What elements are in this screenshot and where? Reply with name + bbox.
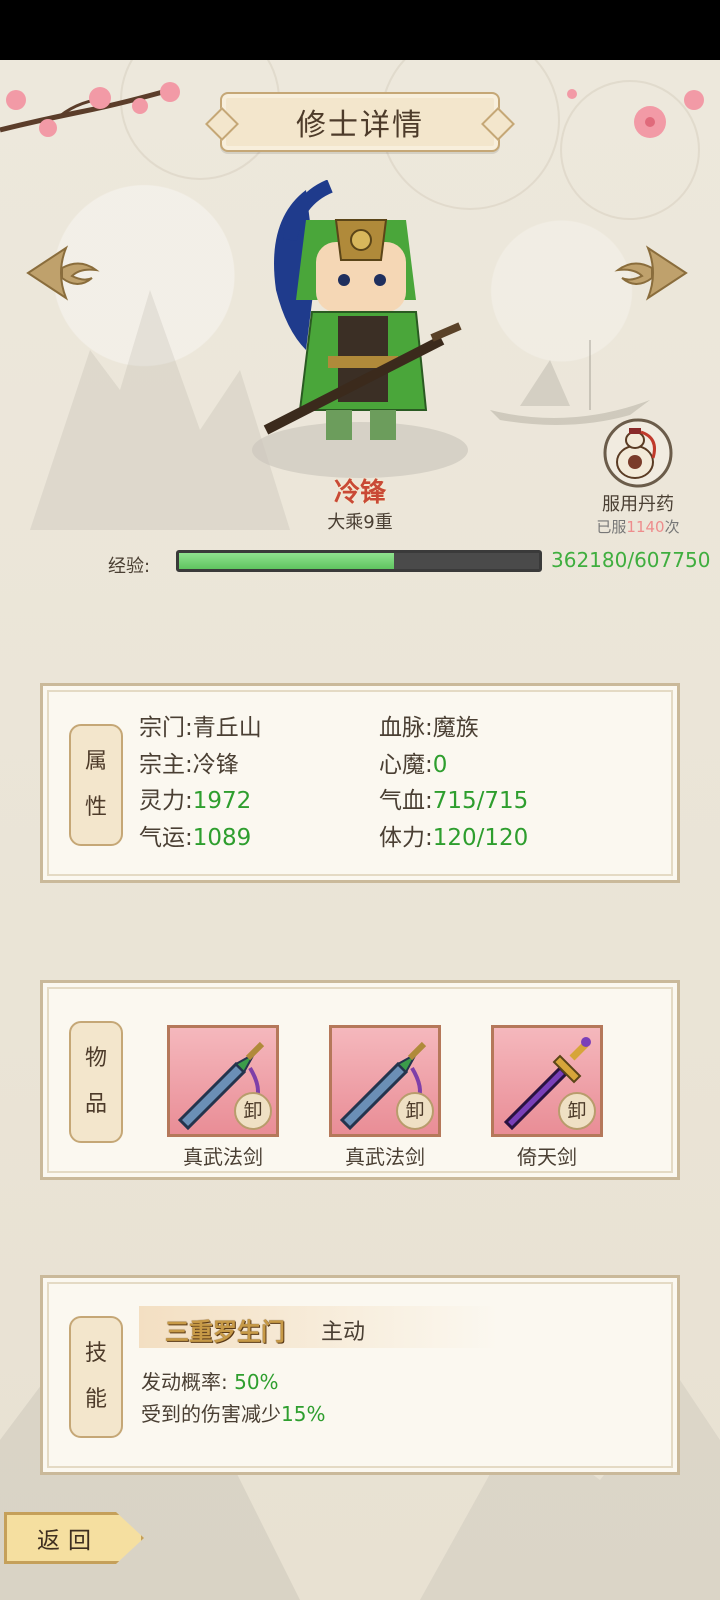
title-banner: 修士详情 bbox=[220, 92, 500, 152]
exp-progress-bar bbox=[176, 550, 542, 572]
unequip-button[interactable]: 卸 bbox=[558, 1092, 596, 1130]
attribute-key: 宗主 bbox=[139, 752, 185, 778]
exp-progress-fill bbox=[179, 553, 394, 569]
cultivation-rank: 大乘9重 bbox=[327, 512, 393, 533]
status-bar bbox=[0, 0, 720, 60]
exp-value: 362180/607750 bbox=[551, 548, 711, 572]
attribute-separator: : bbox=[185, 788, 193, 814]
skill-effect-value: 15% bbox=[281, 1402, 326, 1426]
plum-branch-decoration bbox=[0, 82, 180, 137]
item-slot-2[interactable]: 卸 bbox=[329, 1025, 441, 1137]
attributes-tag-char-1: 属 bbox=[84, 749, 107, 774]
character-name: 冷锋 bbox=[333, 478, 386, 508]
attribute-row: 灵力:1972 bbox=[139, 781, 251, 815]
skill-tag-char-2: 能 bbox=[84, 1387, 107, 1412]
prev-character-arrow-icon[interactable] bbox=[22, 238, 102, 308]
pill-count-number: 1140 bbox=[626, 518, 665, 536]
exp-label: 经验: bbox=[108, 556, 151, 577]
items-panel: 物 品 卸 真武法剑 卸 真武法剑 卸 倚天剑 bbox=[40, 980, 680, 1180]
attribute-key: 宗门 bbox=[139, 715, 185, 741]
skill-name: 三重罗生门 bbox=[165, 1318, 285, 1346]
attribute-key: 气血 bbox=[379, 788, 425, 814]
attribute-separator: : bbox=[185, 752, 193, 778]
attribute-row: 心魔:0 bbox=[379, 745, 447, 779]
attribute-separator: : bbox=[425, 788, 433, 814]
next-character-arrow-icon[interactable] bbox=[612, 238, 692, 308]
pill-count-suffix: 次 bbox=[664, 518, 680, 536]
attribute-row: 气血:715/715 bbox=[379, 781, 528, 815]
attribute-key: 血脉 bbox=[379, 715, 425, 741]
skill-tag-char-1: 技 bbox=[84, 1341, 107, 1366]
skill-chance-value: 50% bbox=[234, 1370, 279, 1394]
attribute-separator: : bbox=[185, 715, 193, 741]
attribute-value: 冷锋 bbox=[192, 752, 239, 778]
take-pill-label[interactable]: 服用丹药 bbox=[583, 490, 693, 516]
skill-type: 主动 bbox=[321, 1320, 366, 1345]
attribute-key: 灵力 bbox=[139, 788, 185, 814]
skill-tag: 技 能 bbox=[69, 1316, 123, 1438]
page-title: 修士详情 bbox=[296, 108, 424, 143]
attribute-row: 宗门:青丘山 bbox=[139, 708, 262, 742]
attribute-key: 体力 bbox=[379, 825, 425, 851]
skill-effect-text: 受到的伤害减少 bbox=[141, 1402, 281, 1426]
attribute-value: 1089 bbox=[192, 825, 252, 851]
back-button[interactable]: 返回 bbox=[4, 1512, 144, 1564]
item-name-3: 倚天剑 bbox=[517, 1145, 577, 1169]
attribute-separator: : bbox=[425, 825, 433, 851]
item-slot-3[interactable]: 卸 bbox=[491, 1025, 603, 1137]
attribute-value: 魔族 bbox=[432, 715, 479, 741]
skill-effect: 受到的伤害减少15% bbox=[141, 1398, 325, 1427]
item-name-1: 真武法剑 bbox=[183, 1145, 263, 1169]
attribute-separator: : bbox=[425, 752, 433, 778]
attribute-value: 青丘山 bbox=[192, 715, 262, 741]
item-name-2: 真武法剑 bbox=[345, 1145, 425, 1169]
attribute-separator: : bbox=[425, 715, 433, 741]
unequip-button[interactable]: 卸 bbox=[396, 1092, 434, 1130]
attribute-row: 血脉:魔族 bbox=[379, 708, 479, 742]
attributes-tag-char-2: 性 bbox=[84, 795, 107, 820]
skill-panel: 技 能 三重罗生门 主动 发动概率: 50% 受到的伤害减少15% bbox=[40, 1275, 680, 1475]
attribute-value: 715/715 bbox=[432, 788, 529, 814]
cultivator-portrait bbox=[252, 180, 468, 478]
pill-count-prefix: 已服 bbox=[596, 518, 627, 536]
attribute-value: 120/120 bbox=[432, 825, 529, 851]
plum-blossom-decoration bbox=[567, 89, 704, 138]
attributes-panel: 属 性 宗门:青丘山 血脉:魔族 宗主:冷锋 心魔:0 灵力:1972 气血:715/71… bbox=[40, 683, 680, 883]
items-tag: 物 品 bbox=[69, 1021, 123, 1143]
item-slot-1[interactable]: 卸 bbox=[167, 1025, 279, 1137]
pill-count: 已服1140次 bbox=[575, 516, 701, 537]
attribute-value: 1972 bbox=[192, 788, 252, 814]
attribute-row: 气运:1089 bbox=[139, 818, 251, 852]
attribute-key: 心魔 bbox=[379, 752, 425, 778]
unequip-button[interactable]: 卸 bbox=[234, 1092, 272, 1130]
items-tag-char-2: 品 bbox=[84, 1092, 107, 1117]
attribute-row: 体力:120/120 bbox=[379, 818, 528, 852]
skill-chance-label: 发动概率: bbox=[141, 1370, 228, 1394]
attribute-row: 宗主:冷锋 bbox=[139, 745, 239, 779]
attribute-separator: : bbox=[185, 825, 193, 851]
attributes-tag: 属 性 bbox=[69, 724, 123, 846]
elixir-gourd-icon[interactable] bbox=[603, 418, 673, 488]
attribute-value: 0 bbox=[432, 752, 448, 778]
skill-chance: 发动概率: 50% bbox=[141, 1366, 279, 1395]
attribute-key: 气运 bbox=[139, 825, 185, 851]
items-tag-char-1: 物 bbox=[84, 1046, 107, 1071]
